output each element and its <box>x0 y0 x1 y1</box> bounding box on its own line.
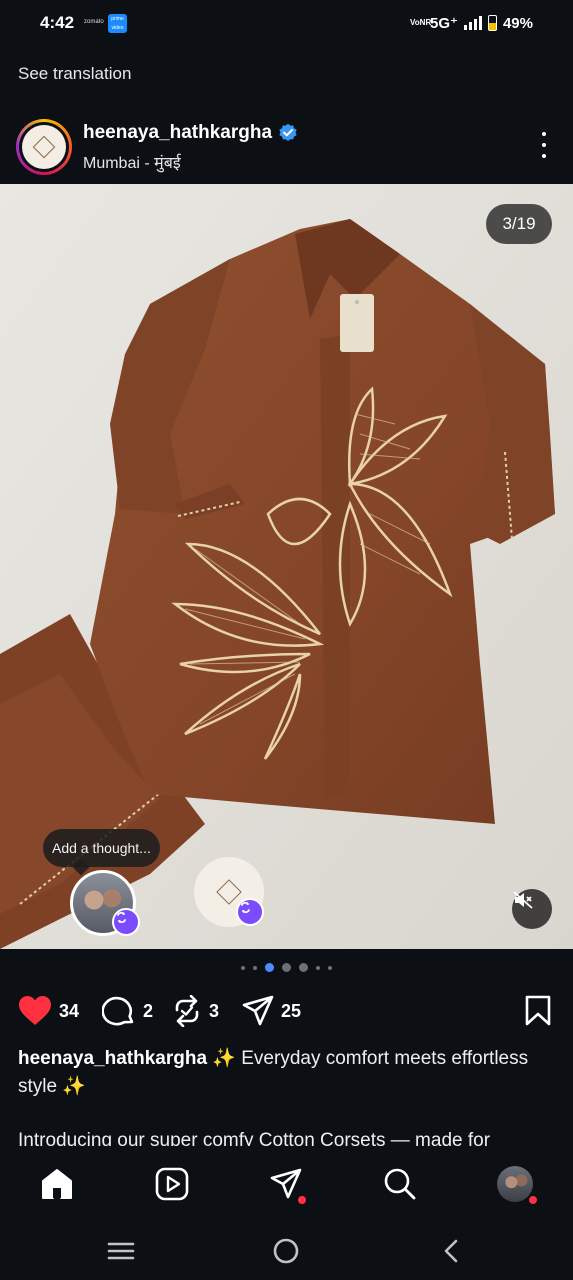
vonr-label: VoNR <box>410 18 432 27</box>
status-bar: 4:42 zomato prime video VoNR 5G⁺ 49% <box>0 0 573 48</box>
profile-avatar <box>497 1166 533 1202</box>
post-caption: heenaya_hathkargha ✨ Everyday comfort me… <box>18 1045 558 1101</box>
nav-profile[interactable] <box>497 1166 537 1204</box>
nav-home[interactable] <box>39 1166 75 1202</box>
post-actions: 34 2 3 25 <box>18 995 558 1029</box>
comment-icon <box>102 996 134 1026</box>
nav-search[interactable] <box>382 1166 418 1202</box>
search-icon <box>384 1168 416 1200</box>
post-username-row[interactable]: heenaya_hathkargha <box>83 122 298 144</box>
carousel-dot <box>299 963 308 972</box>
comment-button[interactable]: 2 <box>102 995 153 1027</box>
like-button[interactable]: 34 <box>18 995 79 1027</box>
save-button[interactable] <box>524 995 552 1027</box>
carousel-dot <box>241 965 245 970</box>
repost-badge-icon <box>236 898 264 926</box>
repost-count: 3 <box>209 1000 220 1021</box>
post-location[interactable]: Mumbai - मुंबई <box>83 151 181 173</box>
notification-dot <box>298 1196 306 1204</box>
more-options-button[interactable] <box>539 132 549 158</box>
brand-logo-icon <box>22 125 66 169</box>
repost-badge-icon <box>112 908 140 936</box>
system-navigation <box>0 1226 573 1280</box>
carousel-counter: 3/19 <box>486 204 552 244</box>
story-ring-avatar[interactable] <box>16 119 72 175</box>
signal-icon <box>463 16 482 30</box>
share-count: 25 <box>281 1000 302 1021</box>
reels-icon <box>155 1167 189 1201</box>
verified-badge-icon <box>279 123 297 141</box>
network-type: 5G⁺ <box>430 15 458 32</box>
see-translation-link[interactable]: See translation <box>18 64 131 84</box>
back-icon <box>444 1239 458 1263</box>
bookmark-icon <box>525 995 551 1026</box>
add-thought-bubble[interactable]: Add a thought... <box>43 829 160 867</box>
post-username[interactable]: heenaya_hathkargha <box>83 122 272 144</box>
battery-icon <box>487 15 497 31</box>
recents-icon <box>107 1242 135 1260</box>
zomato-notification-icon: zomato <box>84 19 104 25</box>
status-indicators: VoNR 5G⁺ 49% <box>410 14 533 33</box>
post-header: heenaya_hathkargha Mumbai - मुंबई <box>0 112 573 184</box>
send-icon <box>242 995 274 1026</box>
like-count: 34 <box>59 1000 80 1021</box>
heart-filled-icon <box>19 996 51 1025</box>
home-icon <box>42 1169 72 1199</box>
home-circle-icon <box>273 1238 299 1264</box>
caption-username[interactable]: heenaya_hathkargha <box>18 1048 207 1069</box>
carousel-dot <box>282 963 291 972</box>
comment-count: 2 <box>143 1000 154 1021</box>
notification-dot <box>529 1196 537 1204</box>
post-carousel-image[interactable]: 3/19 Add a thought... <box>0 184 573 949</box>
back-button[interactable] <box>436 1236 466 1266</box>
muted-speaker-icon <box>513 891 533 909</box>
repost-icon <box>175 995 199 1027</box>
battery-percent: 49% <box>502 14 533 32</box>
carousel-dot <box>328 965 332 970</box>
recents-button[interactable] <box>106 1236 136 1266</box>
carousel-dot-active <box>265 963 274 972</box>
prime-video-notification-icon: prime video <box>108 14 127 33</box>
carousel-dot <box>253 965 257 970</box>
home-system-button[interactable] <box>271 1236 301 1266</box>
bottom-navigation <box>0 1146 573 1226</box>
nav-reels[interactable] <box>154 1166 190 1202</box>
share-button[interactable]: 25 <box>242 995 301 1027</box>
carousel-dots <box>0 963 573 972</box>
carousel-dot <box>316 965 320 970</box>
mute-button[interactable] <box>512 889 552 929</box>
nav-direct[interactable] <box>268 1166 306 1204</box>
clock: 4:42 <box>40 13 75 32</box>
repost-button[interactable]: 3 <box>172 995 219 1027</box>
direct-icon <box>270 1168 302 1199</box>
